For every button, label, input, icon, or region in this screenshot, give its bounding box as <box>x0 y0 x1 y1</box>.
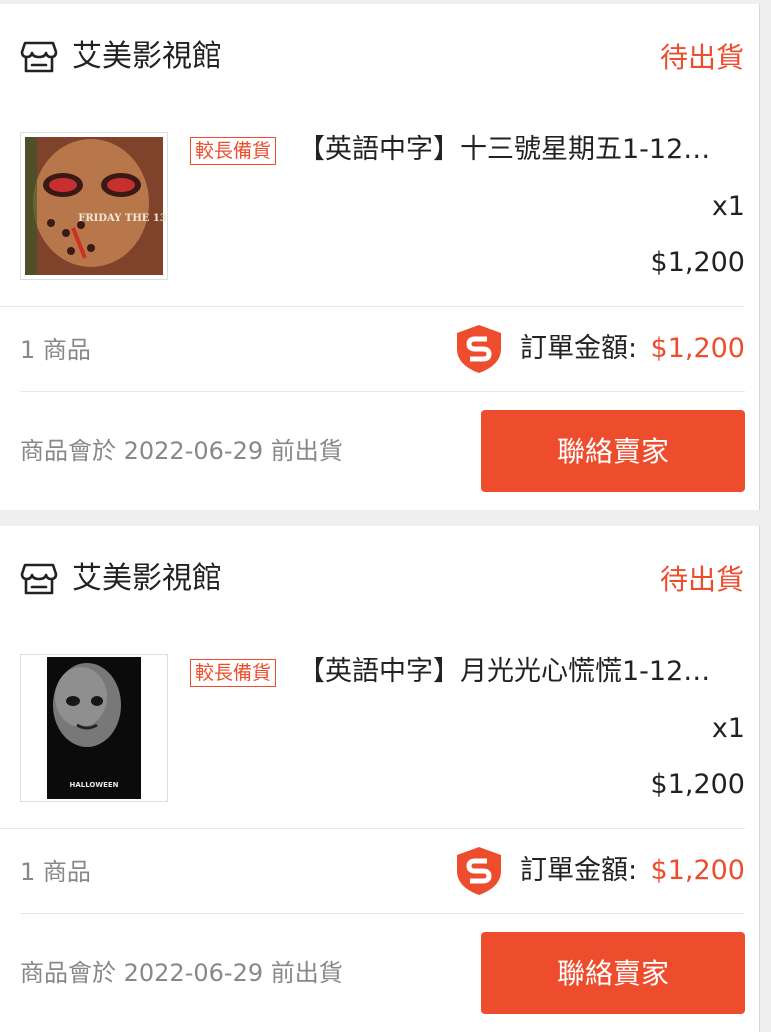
contact-seller-button[interactable]: 聯絡賣家 <box>481 932 745 1014</box>
shop-header[interactable]: 艾美影視館 待出貨 <box>0 4 759 104</box>
order-total-value: $1,200 <box>650 333 745 364</box>
shopee-guarantee-icon <box>457 325 501 373</box>
order-total-label: 訂單金額: <box>520 855 638 886</box>
shop-icon <box>20 563 58 595</box>
shop-name[interactable]: 艾美影視館 <box>72 38 222 76</box>
ship-by-note: 商品會於 2022-06-29 前出貨 <box>20 959 343 987</box>
order-status: 待出貨 <box>659 563 744 596</box>
order-card: 艾美影視館 待出貨 HALLOWEEN 較長備貨 【英語中字】月光光心慌慌1-1… <box>0 526 760 1032</box>
contact-seller-button[interactable]: 聯絡賣家 <box>481 410 745 492</box>
product-price: $1,200 <box>650 247 745 278</box>
item-count: 1 商品 <box>20 858 91 886</box>
shopee-guarantee-icon <box>457 847 501 895</box>
order-actions: 商品會於 2022-06-29 前出貨 聯絡賣家 <box>20 914 745 1032</box>
order-total-label: 訂單金額: <box>520 333 638 364</box>
order-card: 艾美影視館 待出貨 FRIDAY THE 13TH 較 <box>0 4 760 510</box>
poster-title: FRIDAY THE 13TH <box>78 213 167 224</box>
card-gap <box>0 510 771 526</box>
order-total-value: $1,200 <box>650 855 745 886</box>
product-poster-image: FRIDAY THE 13TH <box>25 137 167 275</box>
shop-name[interactable]: 艾美影視館 <box>72 560 222 598</box>
shop-header[interactable]: 艾美影視館 待出貨 <box>0 526 759 626</box>
product-poster-image: HALLOWEEN <box>21 655 167 801</box>
poster-title: HALLOWEEN <box>69 781 118 789</box>
product-item[interactable]: FRIDAY THE 13TH 較長備貨 【英語中字】十三號星期五1-12… x… <box>0 104 745 307</box>
order-status: 待出貨 <box>659 41 744 74</box>
long-preparation-tag: 較長備貨 <box>190 659 277 687</box>
item-count: 1 商品 <box>20 336 91 364</box>
shop-icon <box>20 41 58 73</box>
product-title[interactable]: 【英語中字】十三號星期五1-12… <box>298 132 746 168</box>
product-item[interactable]: HALLOWEEN 較長備貨 【英語中字】月光光心慌慌1-12… x1 $1,2… <box>0 626 745 829</box>
long-preparation-tag: 較長備貨 <box>190 137 277 165</box>
product-thumbnail[interactable]: FRIDAY THE 13TH <box>20 132 168 280</box>
product-price: $1,200 <box>650 769 745 800</box>
product-quantity: x1 <box>711 191 745 222</box>
ship-by-note: 商品會於 2022-06-29 前出貨 <box>20 437 343 465</box>
order-summary: 1 商品 訂單金額: $1,200 <box>20 829 745 914</box>
product-quantity: x1 <box>711 713 745 744</box>
product-thumbnail[interactable]: HALLOWEEN <box>20 654 168 802</box>
order-actions: 商品會於 2022-06-29 前出貨 聯絡賣家 <box>20 392 745 510</box>
order-summary: 1 商品 訂單金額: $1,200 <box>20 307 745 392</box>
product-title[interactable]: 【英語中字】月光光心慌慌1-12… <box>298 654 746 690</box>
